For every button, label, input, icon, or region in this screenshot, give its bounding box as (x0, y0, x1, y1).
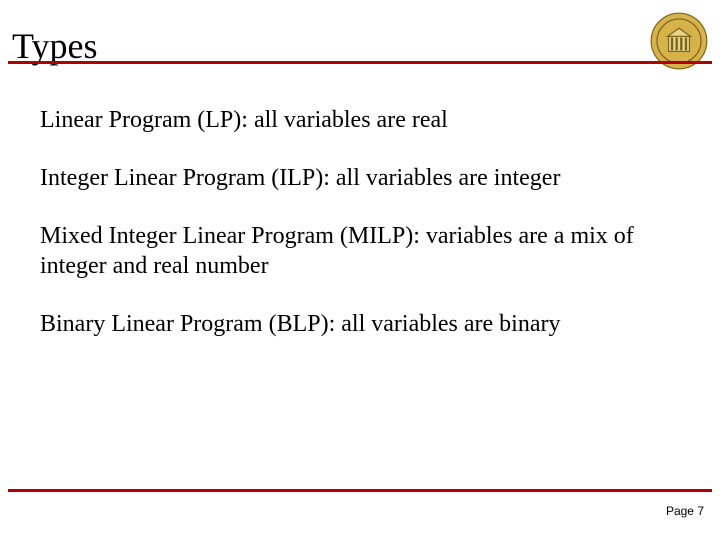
bullet-milp: Mixed Integer Linear Program (MILP): var… (40, 221, 680, 281)
body-text: Linear Program (LP): all variables are r… (40, 105, 680, 367)
bullet-ilp: Integer Linear Program (ILP): all variab… (40, 163, 680, 193)
bullet-blp: Binary Linear Program (BLP): all variabl… (40, 309, 680, 339)
footer-rule (8, 489, 712, 492)
slide: Types Linear Program (LP): all variables… (0, 0, 720, 540)
page-number: Page 7 (666, 504, 704, 518)
bullet-lp: Linear Program (LP): all variables are r… (40, 105, 680, 135)
title-row: Types (8, 12, 712, 66)
title-underline-rule (8, 61, 712, 64)
